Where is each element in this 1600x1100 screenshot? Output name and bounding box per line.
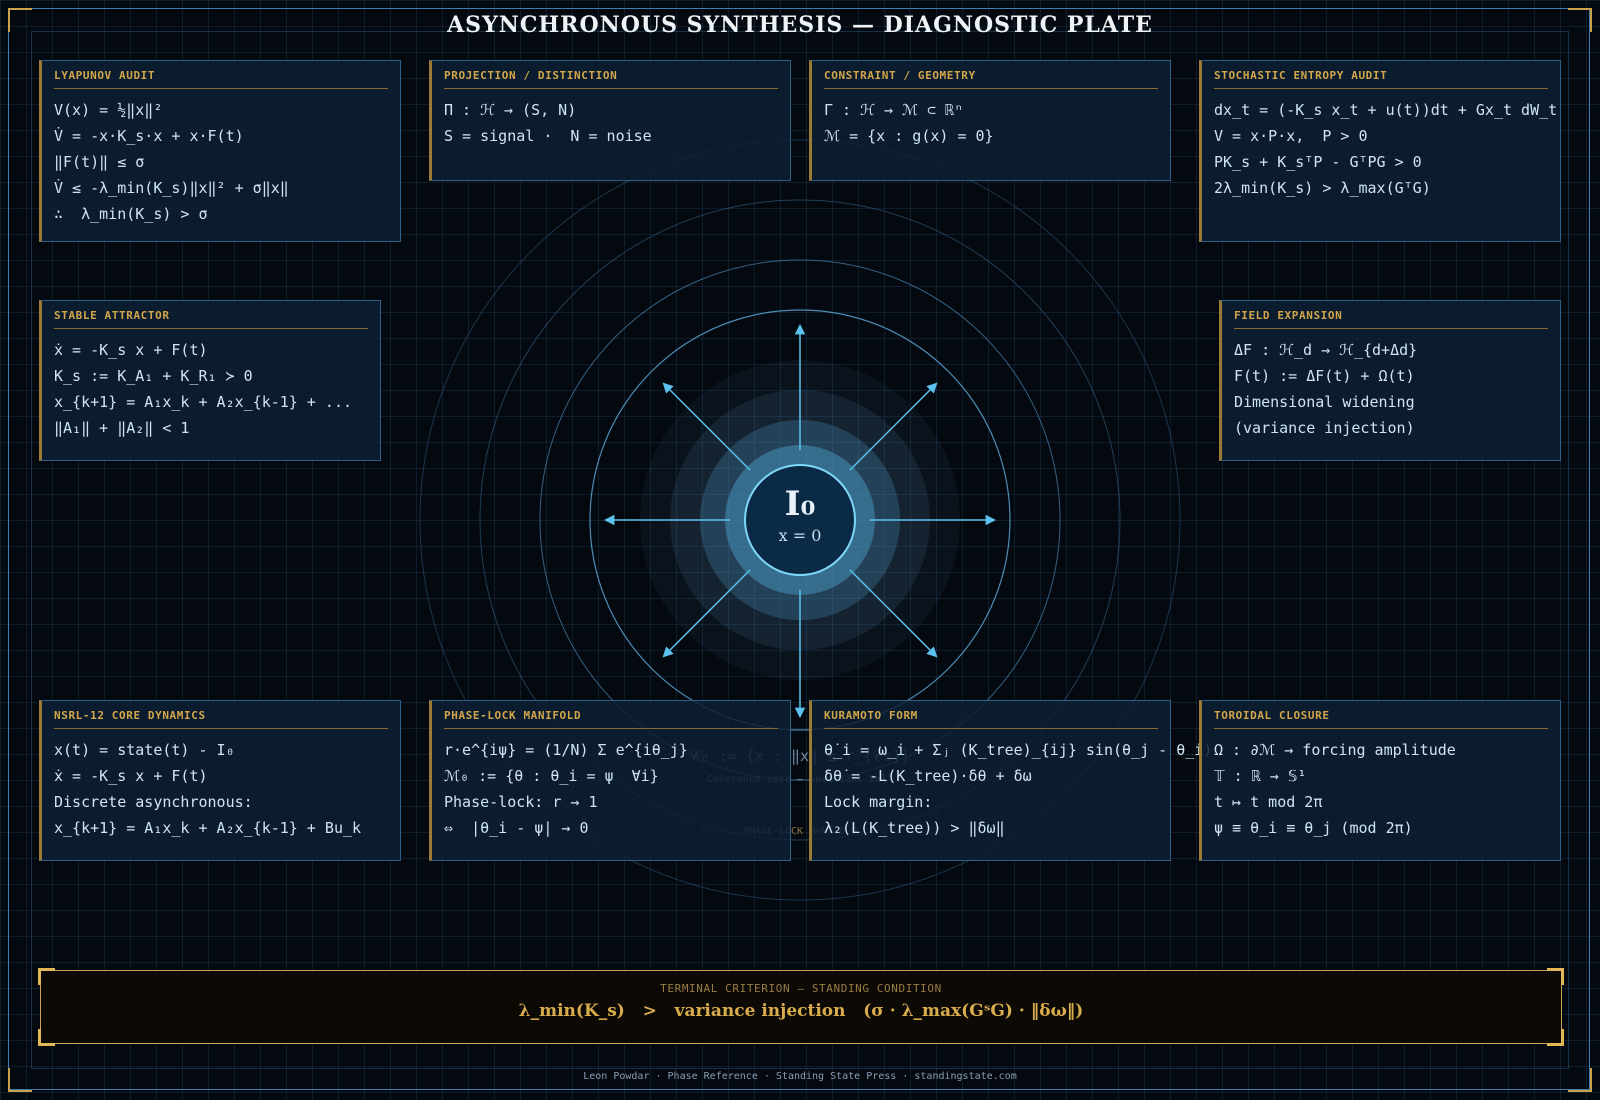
formula-line: K_s := K_A₁ + K_R₁ ≻ 0 — [54, 367, 253, 385]
formula-line: (variance injection) — [1234, 419, 1415, 437]
formula-line: Discrete asynchronous: — [54, 793, 253, 811]
formula-line: ∴ λ_min(K_s) > σ — [54, 205, 208, 223]
formula-line: Phase-lock: r → 1 — [444, 793, 598, 811]
panel-title: FIELD EXPANSION — [1234, 301, 1548, 329]
footer-credit: Leon Powdar · Phase Reference · Standing… — [583, 1071, 1017, 1082]
formula-line: t ↦ t mod 2π — [1214, 793, 1323, 811]
formula-line: Γ : ℋ → ℳ ⊂ ℝⁿ — [824, 101, 964, 119]
formula-line: x(t) = state(t) - I₀ — [54, 741, 235, 759]
panel-constraint-geometry: CONSTRAINT / GEOMETRY Γ : ℋ → ℳ ⊂ ℝⁿ ℳ =… — [809, 60, 1171, 181]
terminal-criterion: TERMINAL CRITERION — STANDING CONDITION … — [38, 968, 1564, 1046]
formula-line: F(t) := ΔF(t) + Ω(t) — [1234, 367, 1415, 385]
formula-line: Π : ℋ → (S, N) — [444, 101, 577, 119]
formula-line: x_{k+1} = A₁x_k + A₂x_{k-1} + ... — [54, 393, 353, 411]
panel-title: STOCHASTIC ENTROPY AUDIT — [1214, 61, 1548, 89]
panel-title: LYAPUNOV AUDIT — [54, 61, 388, 89]
panel-projection-distinction: PROJECTION / DISTINCTION Π : ℋ → (S, N) … — [429, 60, 791, 181]
panel-stochastic-entropy-audit: STOCHASTIC ENTROPY AUDIT dx_t = (-K_s x_… — [1199, 60, 1561, 242]
panel-nsrl-core-dynamics: NSRL-12 CORE DYNAMICS x(t) = state(t) - … — [39, 700, 401, 861]
terminal-formula: λ_min(K_s) > variance injection (σ · λ_m… — [518, 1001, 1084, 1021]
formula-line: 2λ_min(K_s) > λ_max(GᵀG) — [1214, 179, 1431, 197]
formula-line: PK_s + K_sᵀP - GᵀPG > 0 — [1214, 153, 1422, 171]
corner-bracket — [1547, 968, 1564, 985]
formula-line: V̇ = -x·K_s·x + x·F(t) — [54, 127, 244, 145]
formula-line: Dimensional widening — [1234, 393, 1415, 411]
formula-line: V(x) = ½‖x‖² — [54, 101, 163, 119]
panel-stable-attractor: STABLE ATTRACTOR ẋ = -K_s x + F(t) K_s :… — [39, 300, 381, 461]
panel-title: NSRL-12 CORE DYNAMICS — [54, 701, 388, 729]
formula-line: ‖A₁‖ + ‖A₂‖ < 1 — [54, 419, 190, 437]
core-subtitle: x = 0 — [779, 526, 822, 545]
formula-line: r·e^{iψ} = (1/N) Σ e^{iθ_j} — [444, 741, 688, 759]
panel-title: PROJECTION / DISTINCTION — [444, 61, 778, 89]
formula-line: V̇ ≤ -λ_min(K_s)‖x‖² + σ‖x‖ — [54, 179, 289, 197]
corner-bracket — [38, 968, 55, 985]
formula-line: λ₂(L(K_tree)) > ‖δω‖ — [824, 819, 1005, 837]
formula-line: δθ̇ = -L(K_tree)·δθ + δω — [824, 767, 1032, 785]
formula-line: 𝕋 : ℝ → 𝕊¹ — [1214, 767, 1307, 785]
corner-bracket — [1547, 1029, 1564, 1046]
plate-title: ASYNCHRONOUS SYNTHESIS — DIAGNOSTIC PLAT… — [447, 12, 1153, 38]
core-symbol: I₀ — [785, 484, 816, 524]
panel-toroidal-closure: TOROIDAL CLOSURE Ω : ∂ℳ → forcing amplit… — [1199, 700, 1561, 861]
formula-line: ⇔ |θ_i - ψ| → 0 — [444, 819, 589, 837]
formula-line: ẋ = -K_s x + F(t) — [54, 767, 208, 785]
formula-line: ψ ≡ θ_i ≡ θ_j (mod 2π) — [1214, 819, 1413, 837]
corner-bracket — [38, 1029, 55, 1046]
formula-line: ẋ = -K_s x + F(t) — [54, 341, 208, 359]
formula-line: dx_t = (-K_s x_t + u(t))dt + Gx_t dW_t — [1214, 101, 1558, 119]
formula-line: Ω : ∂ℳ → forcing amplitude — [1214, 741, 1456, 759]
panel-field-expansion: FIELD EXPANSION ΔF : ℋ_d → ℋ_{d+Δd} F(t)… — [1219, 300, 1561, 461]
panel-title: TOROIDAL CLOSURE — [1214, 701, 1548, 729]
formula-line: S = signal · N = noise — [444, 127, 652, 145]
formula-line: ‖F(t)‖ ≤ σ — [54, 153, 145, 171]
panel-title: STABLE ATTRACTOR — [54, 301, 368, 329]
terminal-label: TERMINAL CRITERION — STANDING CONDITION — [660, 982, 942, 995]
panel-title: CONSTRAINT / GEOMETRY — [824, 61, 1158, 89]
formula-line: V = x·P·x, P > 0 — [1214, 127, 1368, 145]
formula-line: ΔF : ℋ_d → ℋ_{d+Δd} — [1234, 341, 1418, 359]
formula-line: x_{k+1} = A₁x_k + A₂x_{k-1} + Bu_k — [54, 819, 362, 837]
panel-title: KURAMOTO FORM — [824, 701, 1158, 729]
formula-line: ℳ = {x : g(x) = 0} — [824, 127, 994, 145]
formula-line: Lock margin: — [824, 793, 933, 811]
formula-line: ℳ₀ := {θ : θ_i = ψ ∀i} — [444, 767, 659, 785]
panel-lyapunov-audit: LYAPUNOV AUDIT V(x) = ½‖x‖² V̇ = -x·K_s·… — [39, 60, 401, 242]
panel-title: PHASE-LOCK MANIFOLD — [444, 701, 778, 729]
panel-phase-lock-manifold: PHASE-LOCK MANIFOLD r·e^{iψ} = (1/N) Σ e… — [429, 700, 791, 861]
panel-kuramoto-form: KURAMOTO FORM θ̇_i = ω_i + Σⱼ (K_tree)_{… — [809, 700, 1213, 861]
formula-line: θ̇_i = ω_i + Σⱼ (K_tree)_{ij} sin(θ_j - … — [824, 741, 1213, 759]
